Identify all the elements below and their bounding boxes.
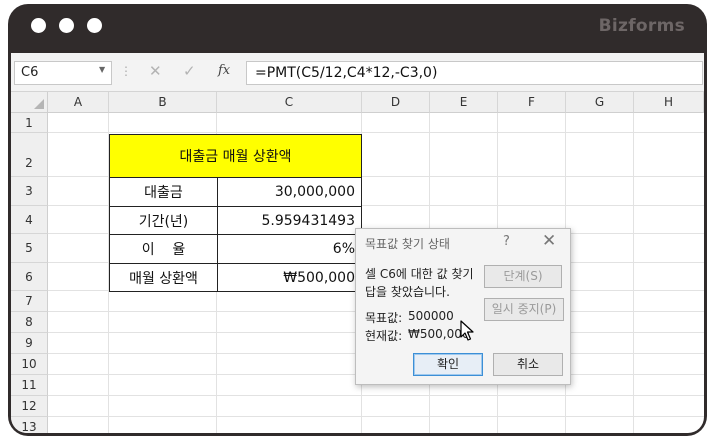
- label-cell-period[interactable]: 기간(년): [109, 206, 218, 235]
- dialog-title: 목표값 찾기 상태: [365, 237, 450, 251]
- value-loan: 30,000,000: [274, 184, 355, 200]
- formula-text: =PMT(C5/12,C4*12,-C3,0): [255, 65, 438, 81]
- table-title-cell[interactable]: 대출금 매월 상환액: [109, 134, 362, 178]
- formula-input[interactable]: =PMT(C5/12,C4*12,-C3,0): [246, 61, 703, 85]
- row-header-1[interactable]: 1: [11, 113, 48, 133]
- label-loan: 대출금: [144, 185, 183, 201]
- ok-button[interactable]: 확인: [413, 353, 483, 376]
- label-cell-payment[interactable]: 매월 상환액: [109, 263, 218, 292]
- value-rate: 6%: [332, 241, 355, 257]
- label-period: 기간(년): [138, 213, 189, 230]
- column-header-b[interactable]: B: [109, 92, 217, 113]
- row-header-13[interactable]: 13: [11, 417, 48, 433]
- current-label: 현재값:: [365, 329, 403, 343]
- value-cell-rate[interactable]: 6%: [217, 234, 362, 264]
- window-dot-1[interactable]: [31, 18, 46, 33]
- name-box[interactable]: C6 ▼: [14, 61, 112, 85]
- grid-line: [48, 132, 704, 133]
- spreadsheet-window: C6 ▼ ⋮ ✕ ✓ fx =PMT(C5/12,C4*12,-C3,0) A …: [11, 53, 704, 433]
- app-frame: Bizforms C6 ▼ ⋮ ✕ ✓ fx =PMT(C5/12,C4*12,…: [8, 4, 707, 436]
- value-cell-period[interactable]: 5.959431493: [217, 206, 362, 235]
- row-header-5[interactable]: 5: [11, 234, 48, 263]
- row-header-4[interactable]: 4: [11, 206, 48, 234]
- row-header-6[interactable]: 6: [11, 263, 48, 291]
- value-cell-loan[interactable]: 30,000,000: [217, 177, 362, 207]
- name-box-value: C6: [21, 65, 39, 80]
- row-header-3[interactable]: 3: [11, 177, 48, 206]
- grid-line: [48, 395, 704, 396]
- brand-logo: Bizforms: [598, 16, 685, 36]
- select-all-corner[interactable]: [11, 92, 48, 113]
- dialog-message-line2: 답을 찾았습니다.: [365, 285, 450, 299]
- label-rate: 이 율: [141, 242, 186, 258]
- help-icon[interactable]: ?: [503, 234, 510, 249]
- value-cell-payment[interactable]: ₩500,000: [217, 263, 362, 292]
- title-bar: Bizforms: [8, 4, 707, 50]
- cancel-button[interactable]: 취소: [493, 353, 563, 376]
- row-header-2[interactable]: 2: [11, 133, 48, 177]
- label-cell-loan[interactable]: 대출금: [109, 177, 218, 207]
- row-header-10[interactable]: 10: [11, 354, 48, 375]
- row-header-12[interactable]: 12: [11, 396, 48, 417]
- table-title: 대출금 매월 상환액: [179, 149, 292, 165]
- value-period: 5.959431493: [261, 212, 355, 229]
- column-header-c[interactable]: C: [217, 92, 362, 113]
- row-header-9[interactable]: 9: [11, 333, 48, 354]
- window-dot-3[interactable]: [87, 18, 102, 33]
- value-payment: ₩500,000: [283, 269, 355, 286]
- column-header-d[interactable]: D: [362, 92, 430, 113]
- insert-function-icon[interactable]: fx: [218, 63, 230, 78]
- grid-line: [48, 416, 704, 417]
- dialog-message-line1: 셀 C6에 대한 값 찾기: [365, 267, 474, 281]
- row-header-7[interactable]: 7: [11, 291, 48, 312]
- grid-line: [633, 113, 634, 433]
- target-label: 목표값:: [365, 311, 403, 325]
- chevron-down-icon[interactable]: ▼: [99, 65, 105, 74]
- window-dot-2[interactable]: [59, 18, 74, 33]
- row-header-8[interactable]: 8: [11, 312, 48, 333]
- enter-icon[interactable]: ✓: [183, 62, 196, 80]
- label-cell-rate[interactable]: 이 율: [109, 234, 218, 264]
- formula-bar: C6 ▼ ⋮ ✕ ✓ fx =PMT(C5/12,C4*12,-C3,0): [11, 53, 704, 92]
- column-header-a[interactable]: A: [48, 92, 109, 113]
- column-header-g[interactable]: G: [566, 92, 634, 113]
- step-button[interactable]: 단계(S): [484, 265, 562, 288]
- pause-button[interactable]: 일시 중지(P): [484, 298, 564, 321]
- cancel-icon[interactable]: ✕: [149, 62, 162, 80]
- drag-handle-icon[interactable]: ⋮: [120, 64, 132, 78]
- mouse-pointer-icon: [460, 320, 474, 341]
- column-header-h[interactable]: H: [634, 92, 704, 113]
- column-header-e[interactable]: E: [430, 92, 498, 113]
- column-header-f[interactable]: F: [498, 92, 566, 113]
- target-value: 500000: [408, 309, 454, 323]
- close-icon[interactable]: ✕: [542, 231, 556, 251]
- row-header-11[interactable]: 11: [11, 375, 48, 396]
- goal-seek-status-dialog: 목표값 찾기 상태 ? ✕ 셀 C6에 대한 값 찾기 답을 찾았습니다. 목표…: [355, 228, 571, 385]
- label-payment: 매월 상환액: [129, 270, 198, 287]
